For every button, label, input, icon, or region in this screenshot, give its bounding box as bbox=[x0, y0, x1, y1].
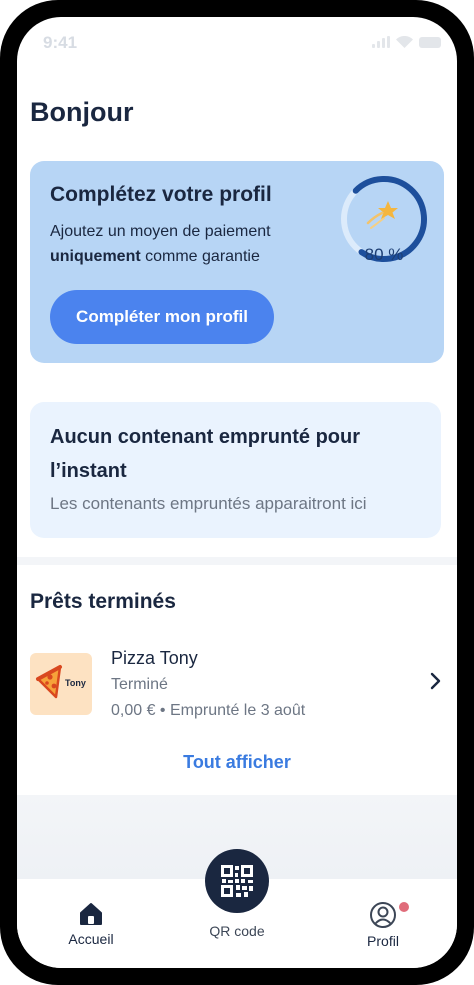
tab-home[interactable]: Accueil bbox=[31, 879, 151, 947]
home-icon bbox=[80, 903, 102, 925]
empty-state-subtitle: Les contenants empruntés apparaitront ic… bbox=[50, 494, 367, 513]
pizza-logo-text: Tony bbox=[65, 678, 86, 688]
loan-detail: 0,00 € • Emprunté le 3 août bbox=[111, 702, 306, 719]
show-all-link[interactable]: Tout afficher bbox=[17, 752, 457, 773]
page-title: Bonjour bbox=[30, 97, 134, 127]
pizza-slice-icon: Tony bbox=[36, 665, 86, 699]
signal-icon bbox=[372, 36, 390, 48]
empty-state-title: Aucun contenant emprunté pour l’instant bbox=[50, 426, 360, 482]
completion-percent-label: 80 % bbox=[364, 245, 404, 264]
finished-loans-title: Prêts terminés bbox=[30, 590, 176, 613]
battery-icon bbox=[419, 37, 441, 48]
phone-frame: 9:41 Bonjour Complétez votre profil Ajou… bbox=[0, 0, 474, 985]
empty-borrowed-card: Aucun contenant emprunté pour l’instant … bbox=[30, 402, 441, 538]
profile-completion-card: Complétez votre profil Ajoutez un moyen … bbox=[30, 161, 444, 363]
chevron-right-icon[interactable] bbox=[426, 671, 444, 691]
status-icons bbox=[372, 36, 441, 48]
shooting-star-icon bbox=[366, 201, 398, 229]
profile-card-text-bold: uniquement bbox=[50, 248, 141, 265]
tab-profile[interactable]: Profil bbox=[323, 879, 443, 949]
profile-card-title: Complétez votre profil bbox=[50, 183, 272, 206]
profile-card-text-prefix: Ajoutez un moyen de paiement bbox=[50, 223, 271, 240]
section-divider bbox=[17, 557, 457, 565]
status-time: 9:41 bbox=[43, 33, 78, 52]
loan-name: Pizza Tony bbox=[111, 648, 198, 668]
tab-profile-label: Profil bbox=[367, 933, 399, 949]
notification-badge bbox=[399, 902, 409, 912]
user-icon bbox=[370, 902, 396, 928]
wifi-icon bbox=[396, 36, 413, 48]
tab-home-label: Accueil bbox=[68, 931, 114, 947]
qr-code-label: QR code bbox=[209, 923, 265, 939]
loan-list-item[interactable]: Tony Pizza Tony Terminé 0,00 € • Emprunt… bbox=[30, 645, 444, 725]
qr-code-button[interactable] bbox=[205, 849, 269, 913]
profile-card-text-suffix: comme garantie bbox=[140, 248, 260, 265]
profile-card-text: Ajoutez un moyen de paiement uniquement … bbox=[50, 219, 320, 269]
pizza-logo-icon: Tony bbox=[30, 653, 92, 715]
qr-code-icon bbox=[221, 865, 253, 897]
app-screen: 9:41 Bonjour Complétez votre profil Ajou… bbox=[17, 17, 457, 968]
complete-profile-button[interactable]: Compléter mon profil bbox=[50, 290, 274, 344]
loan-status: Terminé bbox=[111, 676, 168, 693]
